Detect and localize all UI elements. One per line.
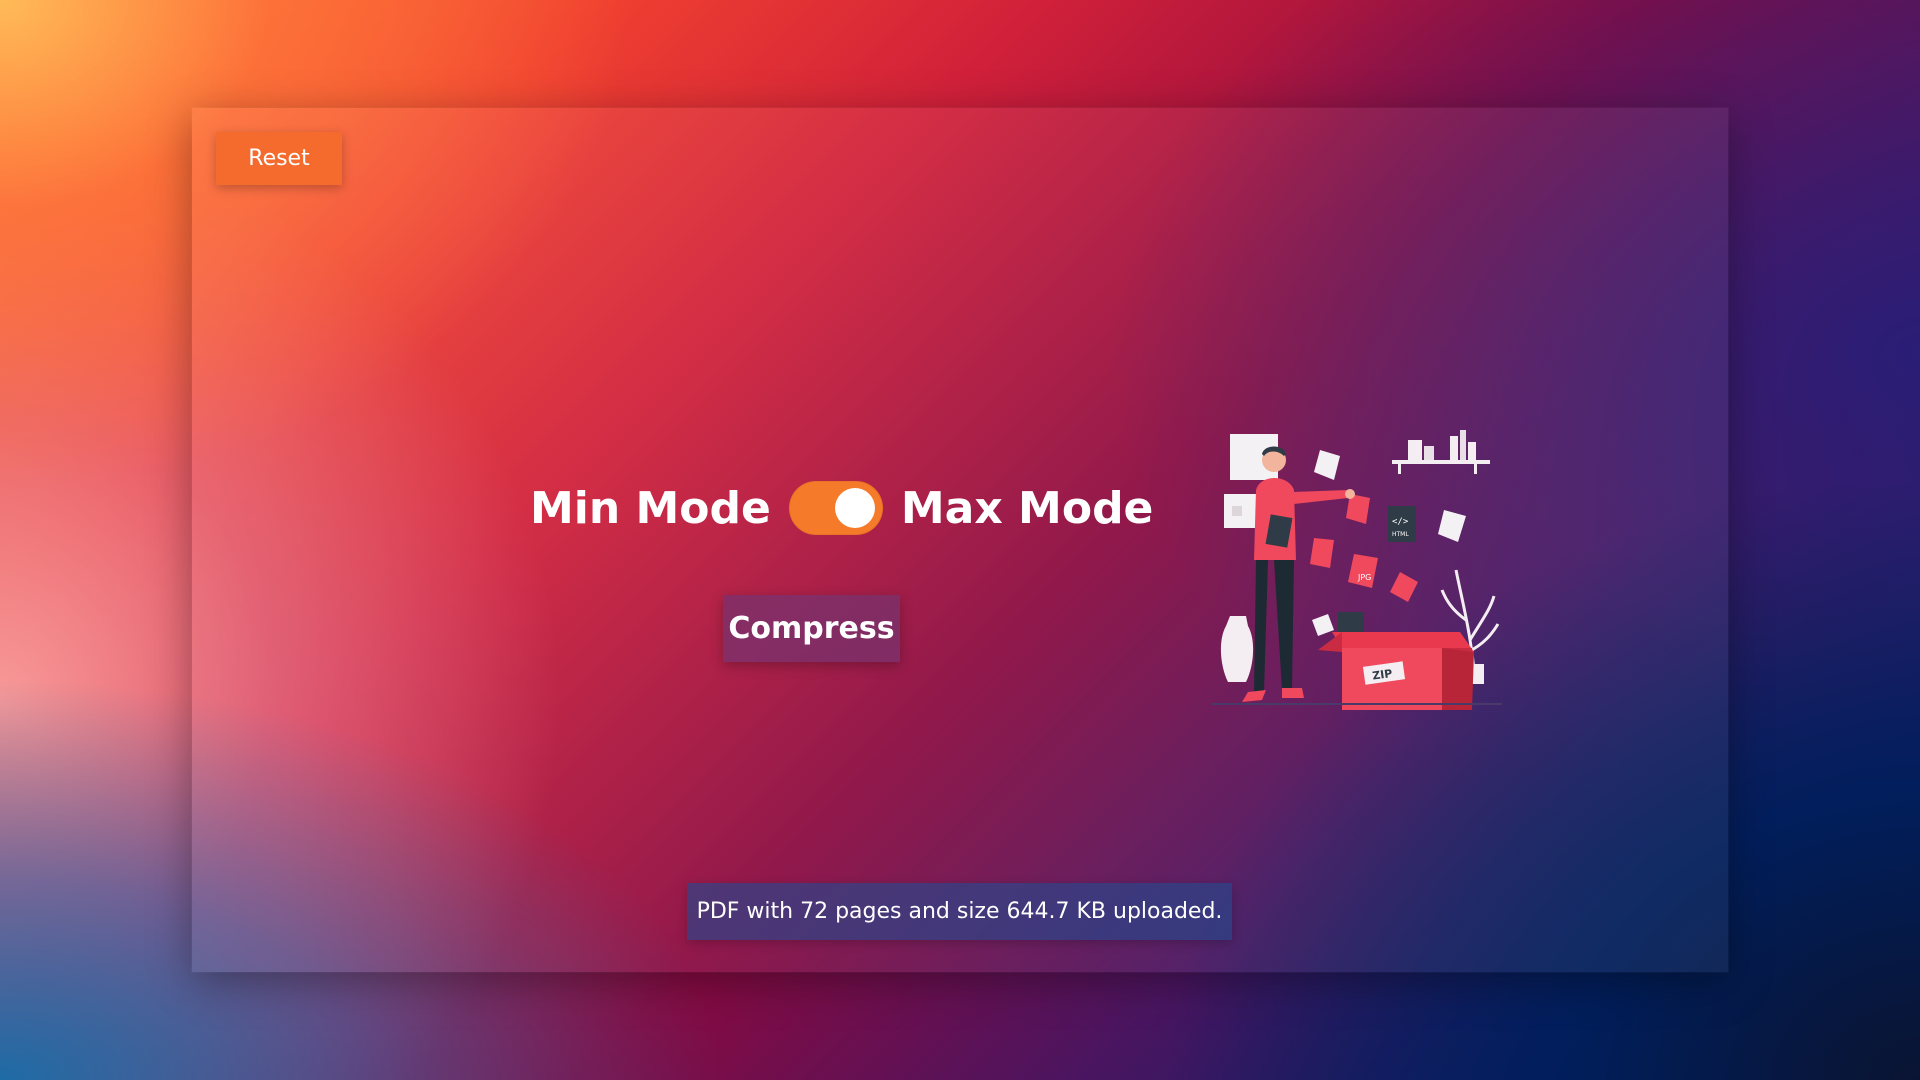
mode-toggle[interactable] bbox=[788, 481, 883, 535]
svg-text:</>: </> bbox=[1392, 517, 1409, 527]
person-icon bbox=[1242, 446, 1355, 702]
svg-text:ZIP: ZIP bbox=[1371, 667, 1393, 683]
upload-status-message: PDF with 72 pages and size 644.7 KB uplo… bbox=[687, 883, 1232, 940]
toggle-knob bbox=[834, 488, 875, 528]
shelf-icon bbox=[1392, 430, 1490, 474]
min-mode-label: Min Mode bbox=[530, 482, 771, 534]
zip-box-icon: ZIP bbox=[1318, 632, 1474, 710]
max-mode-label: Max Mode bbox=[900, 482, 1154, 534]
reset-button[interactable]: Reset bbox=[216, 132, 342, 185]
compress-button[interactable]: Compress bbox=[723, 595, 900, 662]
vase-icon bbox=[1220, 616, 1254, 682]
main-panel: Reset Min Mode Max Mode Compress JPG </>… bbox=[192, 108, 1728, 972]
mode-switch-row: Min Mode Max Mode bbox=[530, 478, 1153, 538]
svg-text:JPG: JPG bbox=[1357, 573, 1371, 582]
svg-text:HTML: HTML bbox=[1392, 531, 1409, 538]
file-compression-illustration: JPG </> HTML ZIP bbox=[1212, 430, 1502, 710]
